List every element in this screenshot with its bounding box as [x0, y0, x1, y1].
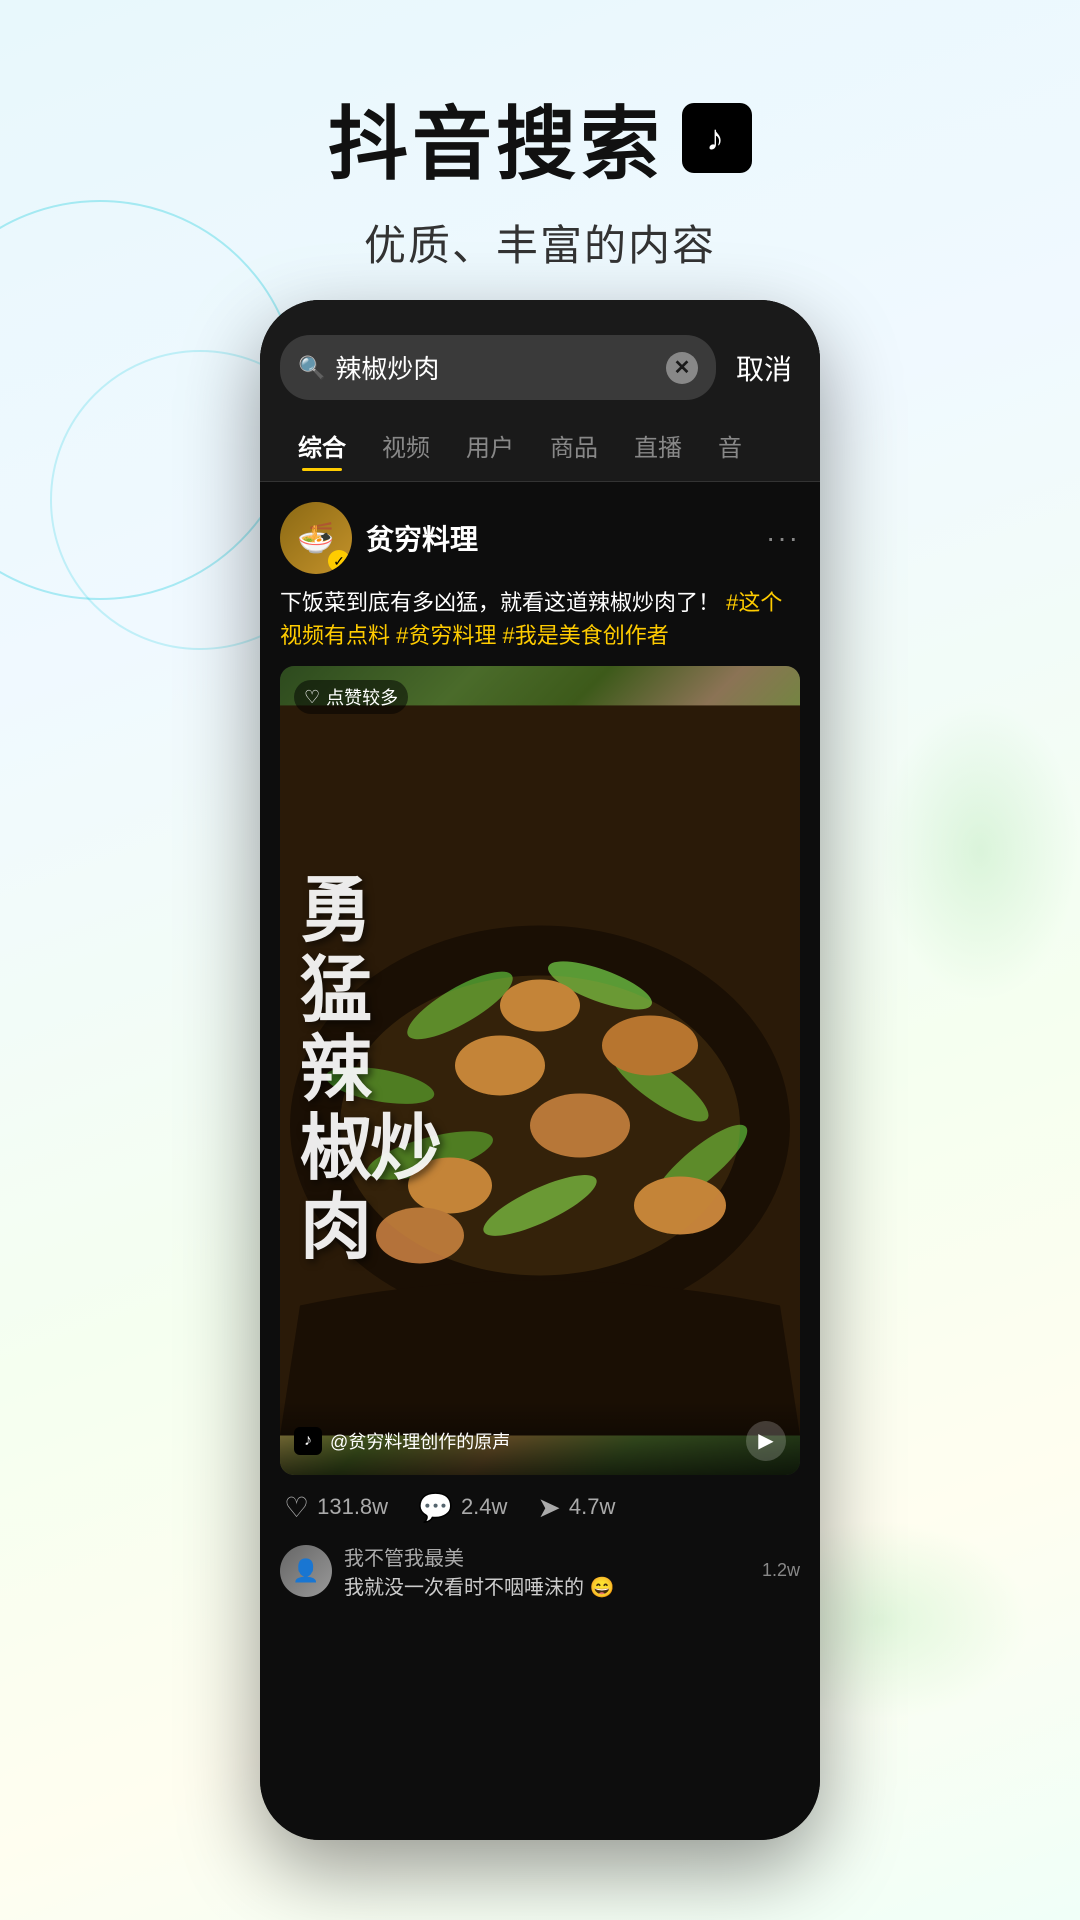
tab-用户[interactable]: 用户	[448, 420, 532, 471]
tab-直播[interactable]: 直播	[616, 420, 700, 471]
overlay-line-5: 肉	[300, 1189, 370, 1268]
post-description: 下饭菜到底有多凶猛，就看这道辣椒炒肉了！ #这个视频有点料 #贫穷料理 #我是美…	[280, 586, 800, 652]
like-interaction[interactable]: ♡ 131.8w	[284, 1491, 388, 1524]
video-bottom-bar: ♪ @贫穷料理创作的原声 ▶	[280, 1401, 800, 1475]
title-text: 抖音搜索	[328, 80, 664, 196]
cancel-search-button[interactable]: 取消	[728, 348, 800, 388]
heart-icon: ♡	[284, 1491, 309, 1524]
post-main-text: 下饭菜到底有多凶猛，就看这道辣椒炒肉了！	[280, 590, 720, 615]
video-overlay-text: 勇 猛 辣 椒炒 肉	[280, 666, 800, 1475]
verified-badge: ✓	[328, 550, 350, 572]
search-query-text: 辣椒炒肉	[335, 349, 656, 386]
overlay-line-4: 椒炒	[300, 1110, 440, 1189]
like-count: 131.8w	[317, 1494, 388, 1520]
more-options-button[interactable]: ···	[766, 522, 800, 554]
comment-text: 我就没一次看时不咽唾沫的 😄	[344, 1571, 750, 1600]
heart-icon-small: ♡	[304, 687, 320, 708]
avatar: 🍜 ✓	[280, 502, 352, 574]
comment-content: 我不管我最美 我就没一次看时不咽唾沫的 😄	[344, 1542, 750, 1600]
app-subtitle: 优质、丰富的内容	[0, 212, 1080, 273]
commenter-avatar: 👤	[280, 1545, 332, 1597]
play-button[interactable]: ▶	[746, 1421, 786, 1461]
tab-视频[interactable]: 视频	[364, 420, 448, 471]
post-user-card: 🍜 ✓ 贫穷料理 ···	[280, 502, 800, 574]
phone-screen: 🔍 辣椒炒肉 ✕ 取消 综合 视频 用户	[260, 300, 820, 1840]
share-count: 4.7w	[569, 1494, 615, 1520]
tiktok-small-icon: ♪	[294, 1427, 322, 1455]
comment-icon: 💬	[418, 1491, 453, 1524]
tab-综合[interactable]: 综合	[280, 420, 364, 471]
share-icon: ➤	[537, 1491, 560, 1524]
share-interaction[interactable]: ➤ 4.7w	[537, 1491, 615, 1524]
search-input-wrapper[interactable]: 🔍 辣椒炒肉 ✕	[280, 335, 716, 400]
video-thumbnail[interactable]: 勇 猛 辣 椒炒 肉 ♡ 点赞较多 ♪ @贫穷料理创作的原声	[280, 666, 800, 1475]
tiktok-logo-icon: ♪	[682, 103, 752, 173]
search-bar-area: 🔍 辣椒炒肉 ✕ 取消	[260, 300, 820, 410]
username-label[interactable]: 贫穷料理	[366, 518, 766, 558]
comment-likes-count: 1.2w	[762, 1560, 800, 1581]
like-badge: ♡ 点赞较多	[294, 680, 408, 714]
phone-frame: 🔍 辣椒炒肉 ✕ 取消 综合 视频 用户	[260, 300, 820, 1840]
interaction-bar: ♡ 131.8w 💬 2.4w ➤ 4.7w	[280, 1491, 800, 1524]
comment-preview: 👤 我不管我最美 我就没一次看时不咽唾沫的 😄 1.2w	[280, 1542, 800, 1600]
search-results-content: 🍜 ✓ 贫穷料理 ··· 下饭菜到底有多凶猛，就看这道辣椒炒肉了！ #这个视频有…	[260, 482, 820, 1620]
overlay-line-3: 辣	[300, 1031, 370, 1110]
tab-商品[interactable]: 商品	[532, 420, 616, 471]
overlay-line-2: 猛	[300, 952, 370, 1031]
search-icon: 🔍	[298, 355, 325, 381]
comment-interaction[interactable]: 💬 2.4w	[418, 1491, 507, 1524]
phone-mockup: 🔍 辣椒炒肉 ✕ 取消 综合 视频 用户	[260, 300, 820, 1840]
commenter-name: 我不管我最美	[344, 1542, 750, 1571]
tab-音[interactable]: 音	[700, 420, 760, 471]
header-section: 抖音搜索 ♪ 优质、丰富的内容	[0, 0, 1080, 313]
clear-search-button[interactable]: ✕	[666, 352, 698, 384]
app-title: 抖音搜索 ♪	[0, 80, 1080, 196]
search-tab-bar: 综合 视频 用户 商品 直播 音	[260, 410, 820, 482]
sound-text: @贫穷料理创作的原声	[330, 1428, 738, 1454]
bg-decoration-blob-right	[880, 700, 1080, 1000]
overlay-line-1: 勇	[300, 872, 370, 951]
comment-count: 2.4w	[461, 1494, 507, 1520]
